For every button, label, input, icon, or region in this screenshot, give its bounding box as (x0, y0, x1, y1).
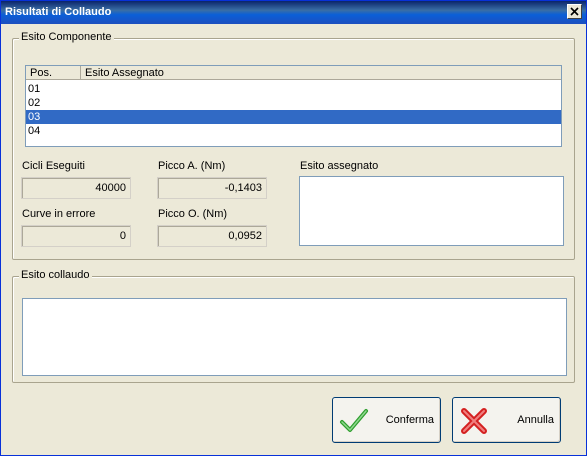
column-header-pos[interactable]: Pos. (26, 66, 81, 80)
confirm-label: Conferma (385, 414, 434, 426)
position-list[interactable]: Pos. Esito Assegnato 01 02 03 04 (25, 65, 562, 147)
cancel-label: Annulla (517, 414, 554, 426)
esito-assegnato-field[interactable] (299, 176, 564, 246)
close-icon (570, 7, 579, 16)
list-item[interactable]: 04 (26, 124, 561, 138)
component-result-legend: Esito Componente (19, 31, 114, 43)
esito-assegnato-label: Esito assegnato (300, 160, 379, 172)
checkmark-icon (340, 409, 368, 432)
cicli-value-field: 40000 (21, 177, 131, 199)
cicli-label: Cicli Eseguiti (22, 160, 85, 172)
close-button[interactable] (567, 4, 582, 19)
list-item-selected[interactable]: 03 (26, 110, 561, 124)
picco-a-label: Picco A. (Nm) (158, 160, 226, 172)
dialog-window: Risultati di Collaudo Esito Componente P… (0, 0, 587, 456)
curve-label: Curve in errore (22, 208, 96, 220)
picco-o-value-field: 0,0952 (157, 225, 267, 247)
list-item[interactable]: 02 (26, 96, 561, 110)
component-result-group: Esito Componente Pos. Esito Assegnato 01… (12, 31, 575, 260)
test-result-legend: Esito collaudo (19, 269, 92, 281)
test-result-group: Esito collaudo (12, 269, 575, 383)
title-bar[interactable]: Risultati di Collaudo (1, 1, 586, 24)
list-header: Pos. Esito Assegnato (26, 66, 561, 80)
window-title: Risultati di Collaudo (5, 6, 112, 18)
confirm-button[interactable]: Conferma (332, 397, 441, 443)
cancel-button[interactable]: Annulla (452, 397, 561, 443)
picco-a-value-field: -0,1403 (157, 177, 267, 199)
picco-o-label: Picco O. (Nm) (158, 208, 228, 220)
column-header-esito[interactable]: Esito Assegnato (81, 66, 561, 80)
red-x-icon (461, 408, 487, 434)
test-result-field[interactable] (22, 298, 567, 376)
list-item[interactable]: 01 (26, 82, 561, 96)
curve-value-field: 0 (21, 225, 131, 247)
